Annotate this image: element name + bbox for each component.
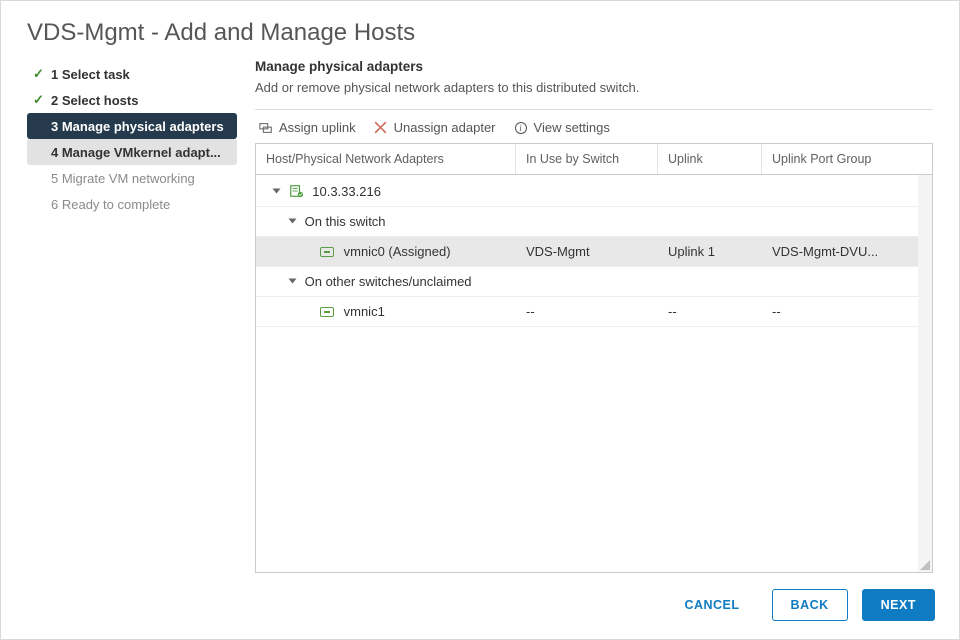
host-label: 10.3.33.216: [312, 184, 381, 199]
step-label: 1 Select task: [51, 67, 130, 82]
dialog-body: ✓ 1 Select task ✓ 2 Select hosts ✓ 3 Man…: [1, 57, 959, 573]
step-manage-physical-adapters[interactable]: ✓ 3 Manage physical adapters: [27, 113, 237, 139]
nic-icon: [320, 307, 334, 317]
unassign-adapter-button[interactable]: Unassign adapter: [374, 120, 496, 135]
expand-toggle-icon[interactable]: [289, 279, 297, 284]
switch-value: VDS-Mgmt: [516, 237, 658, 266]
panel-title: Manage physical adapters: [255, 59, 933, 74]
divider: [255, 109, 933, 110]
step-label: 3 Manage physical adapters: [51, 119, 224, 134]
info-icon: i: [514, 121, 528, 135]
panel-subtitle: Add or remove physical network adapters …: [255, 80, 933, 95]
next-button[interactable]: NEXT: [862, 589, 935, 621]
adapter-row-vmnic1[interactable]: vmnic1 -- -- --: [256, 297, 932, 327]
group-label: On this switch: [305, 214, 386, 229]
adapters-grid: Host/Physical Network Adapters In Use by…: [255, 143, 933, 573]
adapter-toolbar: Assign uplink Unassign adapter i View se…: [255, 118, 933, 143]
step-ready-to-complete[interactable]: ✓ 6 Ready to complete: [27, 191, 237, 217]
view-settings-label: View settings: [534, 120, 610, 135]
uplink-value: Uplink 1: [658, 237, 762, 266]
resize-grip-icon[interactable]: [918, 558, 930, 570]
adapter-row-vmnic0[interactable]: vmnic0 (Assigned) VDS-Mgmt Uplink 1 VDS-…: [256, 237, 932, 267]
group-row-on-this-switch[interactable]: On this switch: [256, 207, 932, 237]
step-label: 5 Migrate VM networking: [51, 171, 195, 186]
wizard-content: Manage physical adapters Add or remove p…: [237, 57, 933, 573]
column-header-uplink[interactable]: Uplink: [658, 144, 762, 174]
grid-body[interactable]: 10.3.33.216 On this switch: [256, 175, 932, 572]
view-settings-button[interactable]: i View settings: [514, 120, 610, 135]
unassign-adapter-icon: [374, 121, 388, 135]
group-row-other-switches[interactable]: On other switches/unclaimed: [256, 267, 932, 297]
dialog-footer: CANCEL BACK NEXT: [1, 573, 959, 639]
adapter-label: vmnic1: [344, 304, 385, 319]
adapter-cell: vmnic1: [256, 297, 516, 326]
checkmark-icon: ✓: [33, 66, 47, 82]
group-cell: On other switches/unclaimed: [256, 267, 516, 296]
step-migrate-vm-networking[interactable]: ✓ 5 Migrate VM networking: [27, 165, 237, 191]
column-header-adapter[interactable]: Host/Physical Network Adapters: [256, 144, 516, 174]
dialog-title: VDS-Mgmt - Add and Manage Hosts: [1, 1, 959, 57]
group-label: On other switches/unclaimed: [305, 274, 472, 289]
assign-uplink-button[interactable]: Assign uplink: [259, 120, 356, 135]
back-button[interactable]: BACK: [772, 589, 848, 621]
column-header-switch[interactable]: In Use by Switch: [516, 144, 658, 174]
step-label: 6 Ready to complete: [51, 197, 170, 212]
step-label: 4 Manage VMkernel adapt...: [51, 145, 221, 160]
assign-uplink-label: Assign uplink: [279, 120, 356, 135]
step-manage-vmkernel-adapters[interactable]: ✓ 4 Manage VMkernel adapt...: [27, 139, 237, 165]
group-cell: On this switch: [256, 207, 516, 236]
step-select-hosts[interactable]: ✓ 2 Select hosts: [27, 87, 237, 113]
nic-icon: [320, 247, 334, 257]
host-row[interactable]: 10.3.33.216: [256, 175, 932, 207]
step-label: 2 Select hosts: [51, 93, 138, 108]
expand-toggle-icon[interactable]: [273, 189, 281, 194]
portgroup-value: VDS-Mgmt-DVU...: [762, 237, 932, 266]
wizard-steps: ✓ 1 Select task ✓ 2 Select hosts ✓ 3 Man…: [27, 57, 237, 573]
wizard-dialog: VDS-Mgmt - Add and Manage Hosts ✓ 1 Sele…: [0, 0, 960, 640]
host-cell: 10.3.33.216: [256, 175, 516, 206]
uplink-value: --: [658, 297, 762, 326]
assign-uplink-icon: [259, 121, 273, 135]
portgroup-value: --: [762, 297, 932, 326]
unassign-adapter-label: Unassign adapter: [394, 120, 496, 135]
column-header-portgroup[interactable]: Uplink Port Group: [762, 144, 932, 174]
adapter-cell: vmnic0 (Assigned): [256, 237, 516, 266]
expand-toggle-icon[interactable]: [289, 219, 297, 224]
switch-value: --: [516, 297, 658, 326]
checkmark-icon: ✓: [33, 92, 47, 108]
adapter-label: vmnic0 (Assigned): [344, 244, 451, 259]
step-select-task[interactable]: ✓ 1 Select task: [27, 61, 237, 87]
cancel-button[interactable]: CANCEL: [666, 590, 757, 620]
grid-header: Host/Physical Network Adapters In Use by…: [256, 144, 932, 175]
host-icon: [289, 184, 303, 198]
